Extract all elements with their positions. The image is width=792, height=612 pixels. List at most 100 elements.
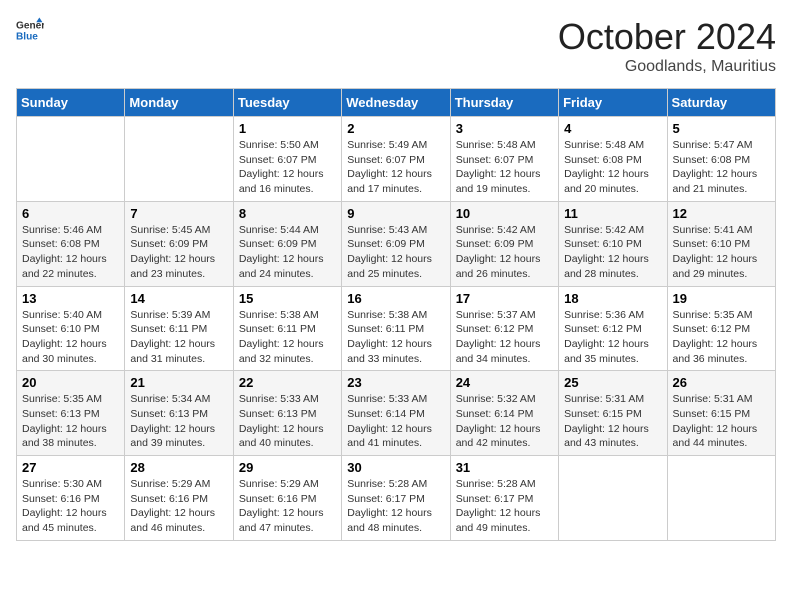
- day-number: 4: [564, 121, 661, 136]
- day-info: Sunrise: 5:47 AM Sunset: 6:08 PM Dayligh…: [673, 138, 770, 197]
- day-info: Sunrise: 5:29 AM Sunset: 6:16 PM Dayligh…: [130, 477, 227, 536]
- day-number: 18: [564, 291, 661, 306]
- day-number: 20: [22, 375, 119, 390]
- day-info: Sunrise: 5:33 AM Sunset: 6:14 PM Dayligh…: [347, 392, 444, 451]
- calendar-cell: [559, 456, 667, 541]
- day-number: 27: [22, 460, 119, 475]
- day-number: 23: [347, 375, 444, 390]
- day-info: Sunrise: 5:28 AM Sunset: 6:17 PM Dayligh…: [347, 477, 444, 536]
- calendar-table: SundayMondayTuesdayWednesdayThursdayFrid…: [16, 88, 776, 541]
- calendar-cell: 25 Sunrise: 5:31 AM Sunset: 6:15 PM Dayli…: [559, 371, 667, 456]
- calendar-week-row: 20 Sunrise: 5:35 AM Sunset: 6:13 PM Dayli…: [17, 371, 776, 456]
- day-number: 24: [456, 375, 553, 390]
- calendar-cell: [667, 456, 775, 541]
- calendar-cell: 21 Sunrise: 5:34 AM Sunset: 6:13 PM Dayli…: [125, 371, 233, 456]
- day-info: Sunrise: 5:36 AM Sunset: 6:12 PM Dayligh…: [564, 308, 661, 367]
- calendar-cell: 12 Sunrise: 5:41 AM Sunset: 6:10 PM Dayli…: [667, 201, 775, 286]
- day-info: Sunrise: 5:42 AM Sunset: 6:10 PM Dayligh…: [564, 223, 661, 282]
- day-number: 11: [564, 206, 661, 221]
- day-info: Sunrise: 5:39 AM Sunset: 6:11 PM Dayligh…: [130, 308, 227, 367]
- calendar-cell: 23 Sunrise: 5:33 AM Sunset: 6:14 PM Dayli…: [342, 371, 450, 456]
- calendar-cell: 3Sunrise: 5:48 AM Sunset: 6:07 PM Daylig…: [450, 117, 558, 202]
- weekday-header-cell: Wednesday: [342, 89, 450, 117]
- calendar-cell: 6 Sunrise: 5:46 AM Sunset: 6:08 PM Daylig…: [17, 201, 125, 286]
- day-number: 7: [130, 206, 227, 221]
- day-number: 25: [564, 375, 661, 390]
- calendar-cell: 4 Sunrise: 5:48 AM Sunset: 6:08 PM Daylig…: [559, 117, 667, 202]
- calendar-cell: 9Sunrise: 5:43 AM Sunset: 6:09 PM Daylig…: [342, 201, 450, 286]
- day-number: 10: [456, 206, 553, 221]
- day-number: 30: [347, 460, 444, 475]
- weekday-header-cell: Sunday: [17, 89, 125, 117]
- day-number: 22: [239, 375, 336, 390]
- day-info: Sunrise: 5:35 AM Sunset: 6:12 PM Dayligh…: [673, 308, 770, 367]
- calendar-week-row: 13Sunrise: 5:40 AM Sunset: 6:10 PM Dayli…: [17, 286, 776, 371]
- calendar-cell: 8Sunrise: 5:44 AM Sunset: 6:09 PM Daylig…: [233, 201, 341, 286]
- calendar-cell: 26Sunrise: 5:31 AM Sunset: 6:15 PM Dayli…: [667, 371, 775, 456]
- calendar-cell: 19 Sunrise: 5:35 AM Sunset: 6:12 PM Dayli…: [667, 286, 775, 371]
- location: Goodlands, Mauritius: [558, 58, 776, 76]
- day-number: 16: [347, 291, 444, 306]
- day-info: Sunrise: 5:49 AM Sunset: 6:07 PM Dayligh…: [347, 138, 444, 197]
- weekday-header-cell: Tuesday: [233, 89, 341, 117]
- logo: General Blue: [16, 16, 44, 44]
- title-block: October 2024 Goodlands, Mauritius: [558, 16, 776, 76]
- day-info: Sunrise: 5:38 AM Sunset: 6:11 PM Dayligh…: [239, 308, 336, 367]
- day-number: 1: [239, 121, 336, 136]
- day-info: Sunrise: 5:38 AM Sunset: 6:11 PM Dayligh…: [347, 308, 444, 367]
- calendar-cell: 17 Sunrise: 5:37 AM Sunset: 6:12 PM Dayli…: [450, 286, 558, 371]
- day-number: 2: [347, 121, 444, 136]
- weekday-header-cell: Monday: [125, 89, 233, 117]
- calendar-cell: 27 Sunrise: 5:30 AM Sunset: 6:16 PM Dayli…: [17, 456, 125, 541]
- day-number: 13: [22, 291, 119, 306]
- day-number: 6: [22, 206, 119, 221]
- calendar-cell: 7 Sunrise: 5:45 AM Sunset: 6:09 PM Daylig…: [125, 201, 233, 286]
- day-number: 12: [673, 206, 770, 221]
- day-info: Sunrise: 5:28 AM Sunset: 6:17 PM Dayligh…: [456, 477, 553, 536]
- day-number: 8: [239, 206, 336, 221]
- calendar-cell: 31 Sunrise: 5:28 AM Sunset: 6:17 PM Dayli…: [450, 456, 558, 541]
- day-info: Sunrise: 5:45 AM Sunset: 6:09 PM Dayligh…: [130, 223, 227, 282]
- day-info: Sunrise: 5:35 AM Sunset: 6:13 PM Dayligh…: [22, 392, 119, 451]
- day-info: Sunrise: 5:46 AM Sunset: 6:08 PM Dayligh…: [22, 223, 119, 282]
- day-info: Sunrise: 5:33 AM Sunset: 6:13 PM Dayligh…: [239, 392, 336, 451]
- calendar-week-row: 6 Sunrise: 5:46 AM Sunset: 6:08 PM Daylig…: [17, 201, 776, 286]
- calendar-cell: 1Sunrise: 5:50 AM Sunset: 6:07 PM Daylig…: [233, 117, 341, 202]
- day-info: Sunrise: 5:32 AM Sunset: 6:14 PM Dayligh…: [456, 392, 553, 451]
- day-number: 26: [673, 375, 770, 390]
- calendar-cell: 11 Sunrise: 5:42 AM Sunset: 6:10 PM Dayli…: [559, 201, 667, 286]
- calendar-cell: 14 Sunrise: 5:39 AM Sunset: 6:11 PM Dayli…: [125, 286, 233, 371]
- day-info: Sunrise: 5:30 AM Sunset: 6:16 PM Dayligh…: [22, 477, 119, 536]
- svg-text:Blue: Blue: [16, 31, 38, 42]
- day-info: Sunrise: 5:37 AM Sunset: 6:12 PM Dayligh…: [456, 308, 553, 367]
- calendar-cell: 18 Sunrise: 5:36 AM Sunset: 6:12 PM Dayli…: [559, 286, 667, 371]
- calendar-cell: [17, 117, 125, 202]
- calendar-cell: 28 Sunrise: 5:29 AM Sunset: 6:16 PM Dayli…: [125, 456, 233, 541]
- day-number: 17: [456, 291, 553, 306]
- calendar-cell: [125, 117, 233, 202]
- calendar-week-row: 1Sunrise: 5:50 AM Sunset: 6:07 PM Daylig…: [17, 117, 776, 202]
- day-info: Sunrise: 5:34 AM Sunset: 6:13 PM Dayligh…: [130, 392, 227, 451]
- day-number: 3: [456, 121, 553, 136]
- calendar-cell: 22 Sunrise: 5:33 AM Sunset: 6:13 PM Dayli…: [233, 371, 341, 456]
- day-info: Sunrise: 5:43 AM Sunset: 6:09 PM Dayligh…: [347, 223, 444, 282]
- day-number: 21: [130, 375, 227, 390]
- day-number: 14: [130, 291, 227, 306]
- calendar-cell: 30 Sunrise: 5:28 AM Sunset: 6:17 PM Dayli…: [342, 456, 450, 541]
- day-info: Sunrise: 5:48 AM Sunset: 6:08 PM Dayligh…: [564, 138, 661, 197]
- calendar-cell: 5Sunrise: 5:47 AM Sunset: 6:08 PM Daylig…: [667, 117, 775, 202]
- calendar-body: 1Sunrise: 5:50 AM Sunset: 6:07 PM Daylig…: [17, 117, 776, 541]
- day-info: Sunrise: 5:29 AM Sunset: 6:16 PM Dayligh…: [239, 477, 336, 536]
- weekday-header-cell: Thursday: [450, 89, 558, 117]
- day-number: 31: [456, 460, 553, 475]
- day-info: Sunrise: 5:42 AM Sunset: 6:09 PM Dayligh…: [456, 223, 553, 282]
- day-number: 28: [130, 460, 227, 475]
- day-number: 15: [239, 291, 336, 306]
- calendar-cell: 10 Sunrise: 5:42 AM Sunset: 6:09 PM Dayli…: [450, 201, 558, 286]
- calendar-week-row: 27 Sunrise: 5:30 AM Sunset: 6:16 PM Dayli…: [17, 456, 776, 541]
- weekday-header-row: SundayMondayTuesdayWednesdayThursdayFrid…: [17, 89, 776, 117]
- calendar-cell: 15 Sunrise: 5:38 AM Sunset: 6:11 PM Dayli…: [233, 286, 341, 371]
- day-info: Sunrise: 5:31 AM Sunset: 6:15 PM Dayligh…: [564, 392, 661, 451]
- day-number: 19: [673, 291, 770, 306]
- day-info: Sunrise: 5:41 AM Sunset: 6:10 PM Dayligh…: [673, 223, 770, 282]
